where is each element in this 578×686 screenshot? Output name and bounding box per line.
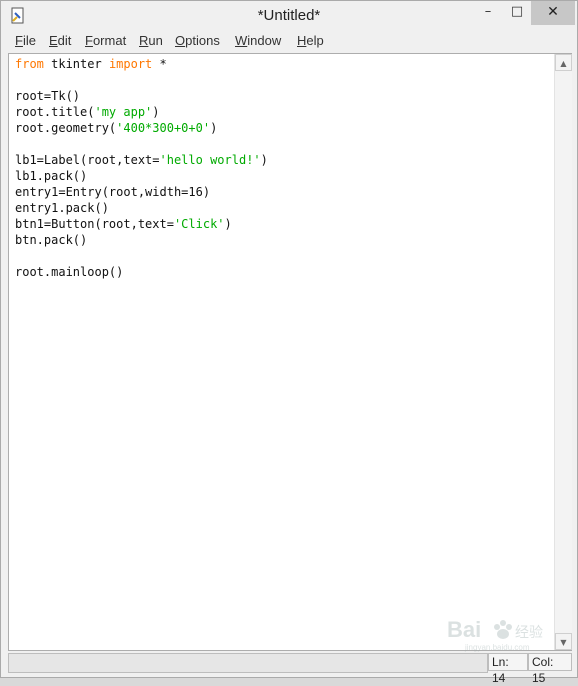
code-token: root.mainloop(): [15, 265, 124, 279]
code-token: lb1=Label(root,text=: [15, 153, 160, 167]
scroll-up-arrow-icon[interactable]: ▲: [555, 54, 572, 71]
minimize-button[interactable]: –: [473, 1, 503, 25]
menu-options[interactable]: Options: [175, 33, 220, 48]
code-token: root.title(: [15, 105, 95, 119]
string-token: 'my app': [94, 105, 153, 119]
vertical-scrollbar[interactable]: ▲ ▼: [554, 54, 572, 650]
string-token: '400*300+0+0': [116, 121, 211, 135]
code-token: ): [152, 105, 160, 119]
code-token: btn.pack(): [15, 233, 88, 247]
code-token: ): [260, 153, 268, 167]
status-bar: Ln: 14 Col: 15: [1, 651, 577, 685]
code-line: from tkinter import *: [15, 56, 268, 72]
menu-help[interactable]: Help: [297, 33, 324, 48]
code-line: btn.pack(): [15, 232, 268, 248]
title-bar[interactable]: *Untitled* – □ ✕: [1, 1, 577, 31]
code-token: *: [152, 57, 167, 71]
code-line: lb1.pack(): [15, 168, 268, 184]
menu-window[interactable]: Window: [235, 33, 281, 48]
code-line: lb1=Label(root,text='hello world!'): [15, 152, 268, 168]
scroll-down-arrow-icon[interactable]: ▼: [555, 633, 572, 650]
idle-editor-window: *Untitled* – □ ✕ File Edit Format Run Option…: [0, 0, 578, 685]
maximize-button[interactable]: □: [503, 1, 531, 25]
menu-format[interactable]: Format: [85, 33, 126, 48]
close-button[interactable]: ✕: [531, 1, 575, 25]
menu-file[interactable]: File: [15, 33, 36, 48]
string-token: 'Click': [173, 217, 225, 231]
code-editor[interactable]: from tkinter import * root=Tk() root.title…: [8, 53, 572, 651]
code-token: root.geometry(: [15, 121, 117, 135]
menu-edit[interactable]: Edit: [49, 33, 71, 48]
code-token: lb1.pack(): [15, 169, 88, 183]
code-token: ): [210, 121, 218, 135]
code-token: ): [224, 217, 232, 231]
code-line: entry1.pack(): [15, 200, 268, 216]
menu-bar: File Edit Format Run Options Window Help: [7, 31, 573, 51]
code-token: entry1.pack(): [15, 201, 109, 215]
code-token: entry1=Entry(root,width=16): [15, 185, 211, 199]
code-token: root=Tk(): [15, 89, 81, 103]
code-line: entry1=Entry(root,width=16): [15, 184, 268, 200]
status-line-number: Ln: 14: [488, 653, 528, 685]
status-message-area: [8, 653, 488, 673]
code-text-area[interactable]: from tkinter import * root=Tk() root.title…: [15, 56, 268, 280]
code-line: root.geometry('400*300+0+0'): [15, 120, 268, 136]
code-token: btn1=Button(root,text=: [15, 217, 174, 231]
keyword-token: from: [15, 57, 44, 71]
code-token: tkinter: [43, 57, 109, 71]
keyword-token: import: [108, 57, 153, 71]
code-line: root.mainloop(): [15, 264, 268, 280]
status-column-number: Col: 15: [528, 653, 572, 685]
code-line: root.title('my app'): [15, 104, 268, 120]
string-token: 'hello world!': [159, 153, 261, 167]
menu-run[interactable]: Run: [139, 33, 163, 48]
code-line: btn1=Button(root,text='Click'): [15, 216, 268, 232]
code-line: root=Tk(): [15, 88, 268, 104]
